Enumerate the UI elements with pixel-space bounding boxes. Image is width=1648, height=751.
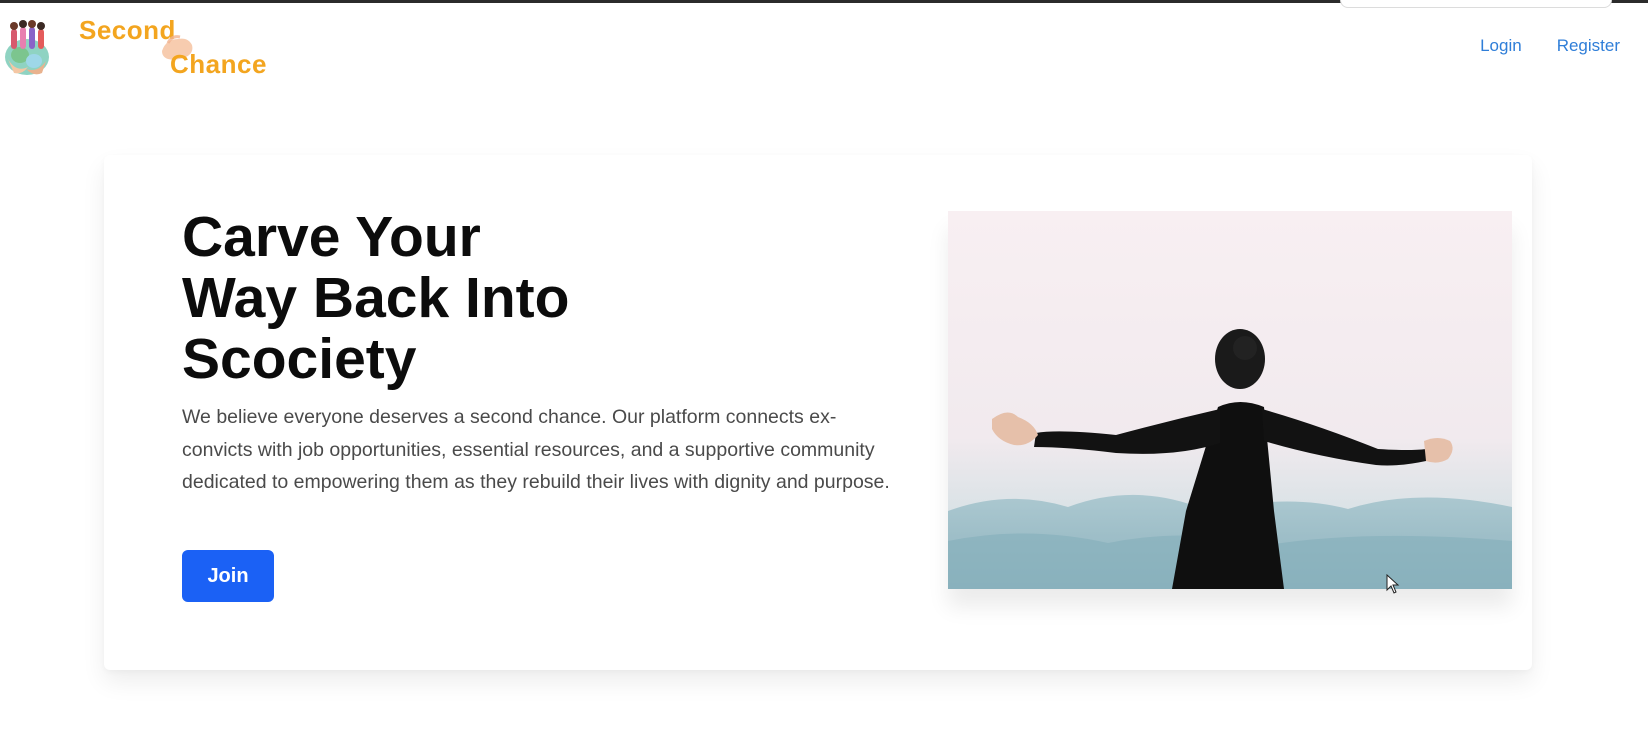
register-link[interactable]: Register <box>1557 36 1620 56</box>
hero-image <box>948 211 1512 589</box>
hero-card: Carve Your Way Back Into Scociety We bel… <box>104 155 1532 670</box>
hero-title-line: Scociety <box>182 327 417 391</box>
login-link[interactable]: Login <box>1480 36 1522 56</box>
people-globe-logo-icon <box>5 20 49 75</box>
top-nav: Login Register <box>1480 36 1620 56</box>
site-logo[interactable]: Second Chance <box>0 9 290 79</box>
hero-title-line: Carve Your <box>182 205 481 269</box>
join-button[interactable]: Join <box>182 550 274 602</box>
hero-description: We believe everyone deserves a second ch… <box>182 406 890 493</box>
site-header: Second Chance Login Register <box>0 3 1648 87</box>
hero-title-line: Way Back Into <box>182 266 570 330</box>
mouse-cursor-icon <box>1386 574 1400 594</box>
man-arms-open-photo <box>948 211 1512 589</box>
logo-text-chance: Chance <box>170 49 267 79</box>
hero-title: Carve Your Way Back Into Scociety <box>182 207 782 390</box>
